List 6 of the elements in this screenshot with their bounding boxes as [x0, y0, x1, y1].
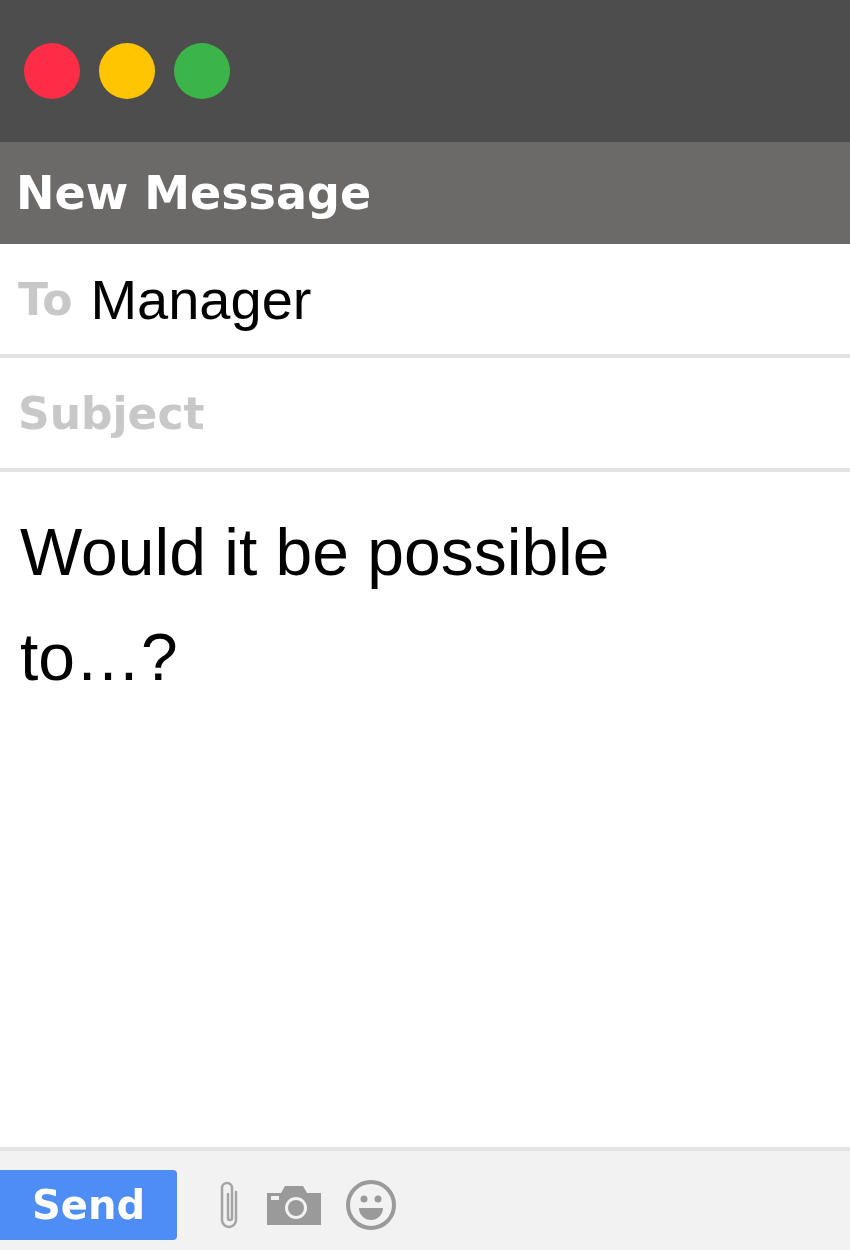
- window-control[interactable]: [99, 43, 155, 99]
- window-control[interactable]: [174, 43, 230, 99]
- smiley-icon[interactable]: [345, 1178, 397, 1231]
- window-title: New Message: [16, 166, 372, 220]
- window-control[interactable]: [24, 43, 80, 99]
- recipient-field[interactable]: Manager: [90, 266, 850, 332]
